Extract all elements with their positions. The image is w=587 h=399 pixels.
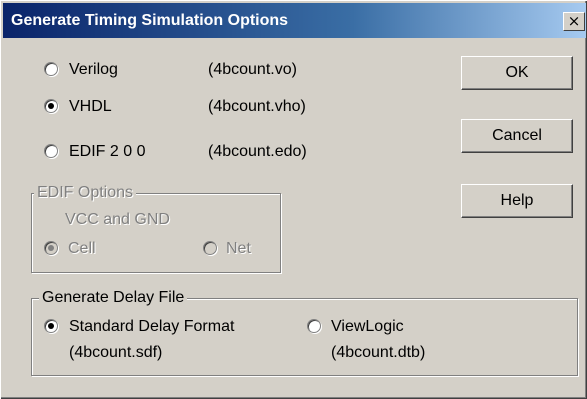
radio-selected-dot bbox=[48, 323, 54, 329]
edif-radio[interactable] bbox=[44, 144, 58, 158]
edif-options-title: EDIF Options bbox=[34, 184, 137, 202]
verilog-file-label: (4bcount.vo) bbox=[208, 61, 297, 78]
edif-options-group bbox=[31, 193, 281, 273]
close-button[interactable]: × bbox=[563, 12, 585, 31]
vhdl-file-label: (4bcount.vho) bbox=[208, 98, 306, 115]
title-bar[interactable]: Generate Timing Simulation Options × bbox=[3, 3, 586, 38]
viewlogic-file-label: (4bcount.dtb) bbox=[331, 344, 426, 361]
cell-label[interactable]: Cell bbox=[68, 240, 96, 258]
radio-selected-dot bbox=[48, 103, 54, 109]
cancel-button[interactable]: Cancel bbox=[461, 119, 573, 153]
dialog-title: Generate Timing Simulation Options bbox=[11, 12, 289, 29]
radio-selected-dot bbox=[48, 245, 54, 251]
generate-delay-file-title: Generate Delay File bbox=[39, 289, 188, 307]
cell-radio[interactable] bbox=[44, 241, 58, 255]
vhdl-radio[interactable] bbox=[44, 99, 58, 113]
sdf-file-label: (4bcount.sdf) bbox=[69, 344, 163, 361]
ok-button[interactable]: OK bbox=[461, 56, 573, 90]
edif-label[interactable]: EDIF 2 0 0 bbox=[69, 143, 145, 161]
viewlogic-radio[interactable] bbox=[307, 319, 321, 333]
verilog-label[interactable]: Verilog bbox=[69, 61, 118, 79]
timing-simulation-options-dialog: Generate Timing Simulation Options × Ver… bbox=[0, 0, 587, 399]
vhdl-label[interactable]: VHDL bbox=[69, 98, 112, 116]
viewlogic-label[interactable]: ViewLogic bbox=[331, 318, 404, 336]
vcc-gnd-label: VCC and GND bbox=[65, 211, 170, 228]
sdf-radio[interactable] bbox=[44, 319, 58, 333]
help-button[interactable]: Help bbox=[461, 184, 573, 218]
generate-delay-file-group bbox=[31, 298, 578, 376]
verilog-radio[interactable] bbox=[44, 62, 58, 76]
close-icon: × bbox=[567, 12, 581, 30]
net-label[interactable]: Net bbox=[226, 240, 251, 258]
edif-file-label: (4bcount.edo) bbox=[208, 143, 307, 160]
sdf-label[interactable]: Standard Delay Format bbox=[69, 318, 234, 336]
net-radio[interactable] bbox=[203, 241, 217, 255]
